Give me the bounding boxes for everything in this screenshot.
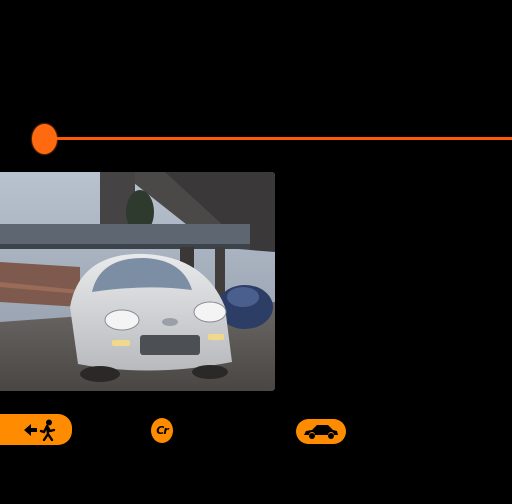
credits-button[interactable]: Cr [151, 418, 173, 443]
race-scene-image [0, 172, 275, 391]
exit-arrow-running-person-icon [24, 419, 56, 441]
replay-preview [0, 172, 275, 391]
replay-timeline [0, 0, 512, 160]
car-icon [304, 425, 338, 439]
timeline-handle[interactable] [32, 124, 57, 154]
exit-button[interactable] [0, 414, 72, 445]
car-button[interactable] [296, 419, 346, 444]
credits-label: Cr [156, 424, 168, 437]
timeline-track[interactable] [44, 137, 512, 140]
